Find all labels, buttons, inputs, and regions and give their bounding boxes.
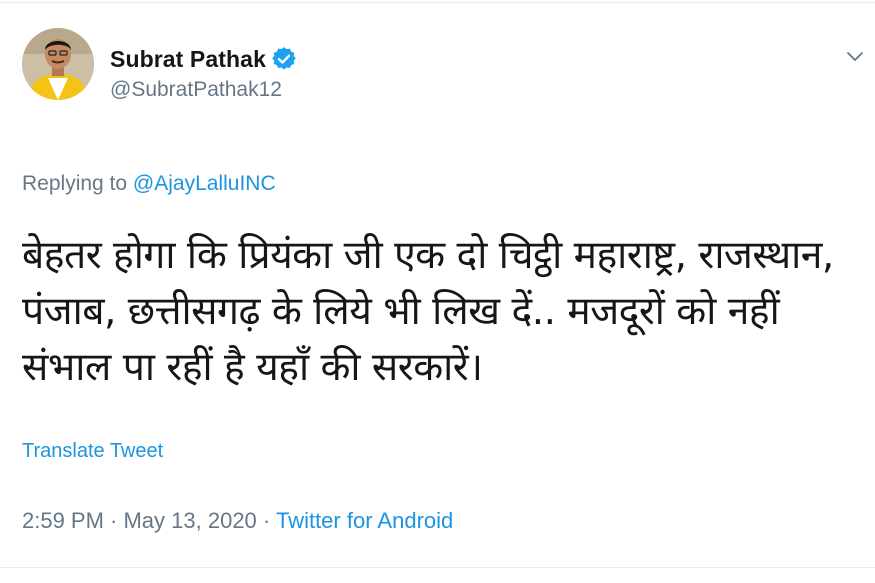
top-divider: [0, 2, 875, 3]
verified-badge-icon: [272, 47, 296, 71]
author-block: Subrat Pathak @SubratPathak12: [110, 44, 296, 102]
replying-to: Replying to @AjayLalluINC: [22, 172, 276, 196]
translate-tweet-link[interactable]: Translate Tweet: [22, 440, 163, 463]
tweet-timestamp[interactable]: 2:59 PM · May 13, 2020 ·: [22, 508, 276, 533]
bottom-divider: [0, 567, 875, 568]
avatar[interactable]: [22, 28, 94, 100]
chevron-down-icon[interactable]: [843, 44, 867, 68]
tweet-source-link[interactable]: Twitter for Android: [276, 508, 453, 533]
name-row: Subrat Pathak: [110, 44, 296, 74]
reply-mention-link[interactable]: @AjayLalluINC: [133, 172, 276, 195]
tweet-card: Subrat Pathak @SubratPathak12 Replying t…: [0, 0, 875, 583]
reply-prefix: Replying to: [22, 172, 133, 195]
author-handle[interactable]: @SubratPathak12: [110, 78, 296, 102]
author-display-name[interactable]: Subrat Pathak: [110, 46, 266, 73]
tweet-text: बेहतर होगा कि प्रियंका जी एक दो चिट्ठी म…: [22, 233, 834, 390]
tweet-meta: 2:59 PM · May 13, 2020 · Twitter for And…: [22, 508, 453, 534]
